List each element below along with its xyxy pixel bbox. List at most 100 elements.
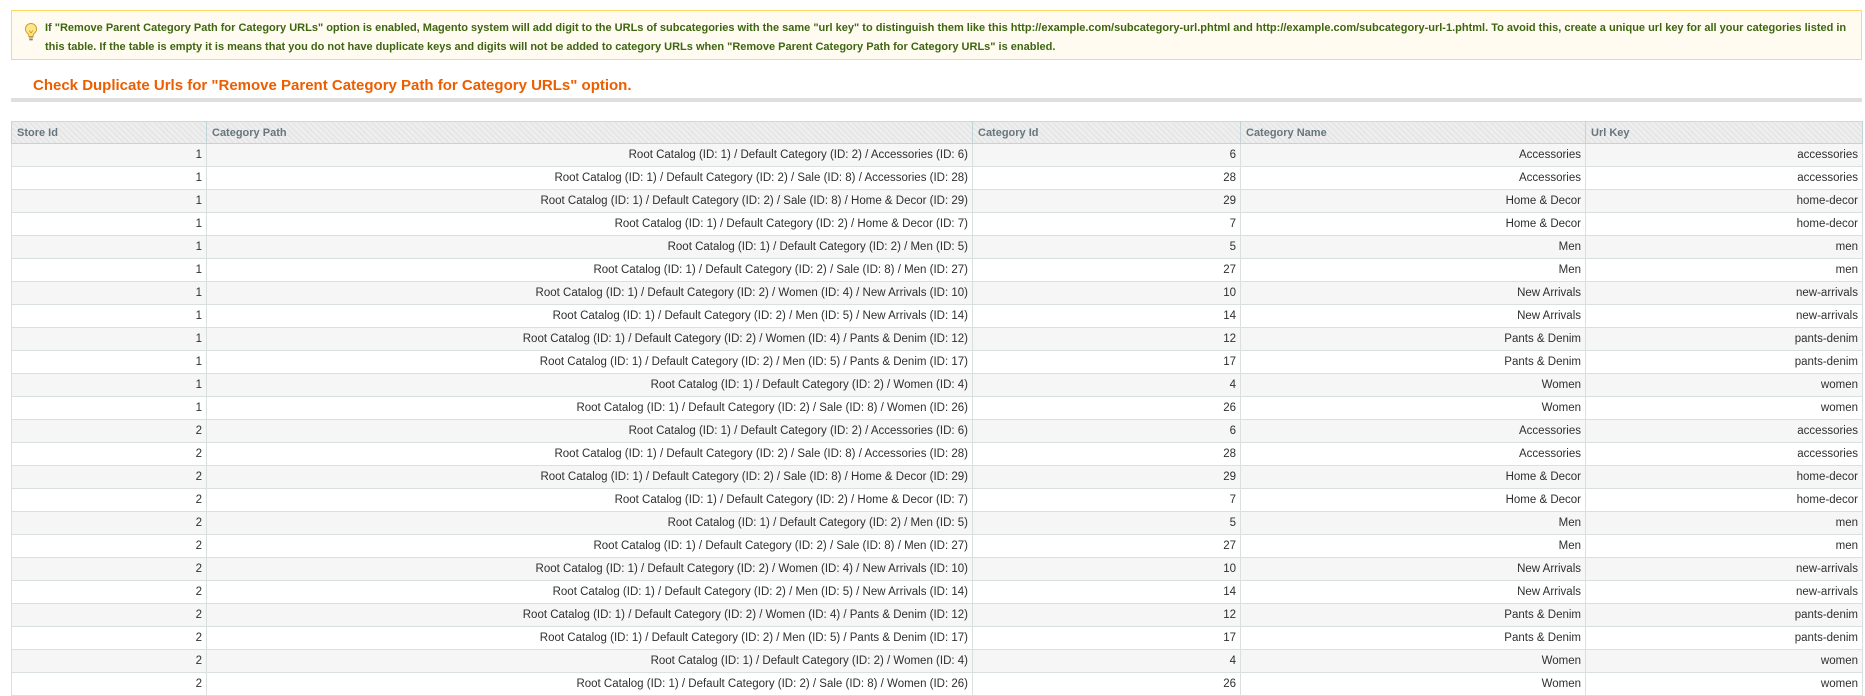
category-id-cell: 29 [972,465,1241,489]
category-name-cell: Home & Decor [1240,488,1586,512]
category-id-cell: 10 [972,557,1241,581]
table-row[interactable]: 2 Root Catalog (ID: 1) / Default Category… [11,672,1863,696]
table-row[interactable]: 2 Root Catalog (ID: 1) / Default Category… [11,557,1863,581]
table-row[interactable]: 2 Root Catalog (ID: 1) / Default Category… [11,603,1863,627]
category-name-cell: Accessories [1240,442,1586,466]
column-header-url-key[interactable]: Url Key [1585,121,1863,144]
category-id-cell: 12 [972,327,1241,351]
url-key-cell: women [1585,649,1863,673]
category-name-cell: Pants & Denim [1240,327,1586,351]
table-row[interactable]: 2 Root Catalog (ID: 1) / Default Category… [11,649,1863,673]
category-path-cell: Root Catalog (ID: 1) / Default Category … [206,304,973,328]
url-key-cell: men [1585,511,1863,535]
store-id-cell: 2 [11,465,207,489]
url-key-cell: home-decor [1585,212,1863,236]
category-path-cell: Root Catalog (ID: 1) / Default Category … [206,511,973,535]
category-path-cell: Root Catalog (ID: 1) / Default Category … [206,143,973,167]
table-row[interactable]: 1 Root Catalog (ID: 1) / Default Category… [11,373,1863,397]
store-id-cell: 1 [11,327,207,351]
url-key-cell: new-arrivals [1585,281,1863,305]
url-key-cell: home-decor [1585,465,1863,489]
category-id-cell: 28 [972,442,1241,466]
table-row[interactable]: 1 Root Catalog (ID: 1) / Default Category… [11,258,1863,282]
table-row[interactable]: 2 Root Catalog (ID: 1) / Default Category… [11,419,1863,443]
table-row[interactable]: 2 Root Catalog (ID: 1) / Default Category… [11,626,1863,650]
url-key-cell: women [1585,396,1863,420]
category-path-cell: Root Catalog (ID: 1) / Default Category … [206,350,973,374]
url-key-cell: home-decor [1585,488,1863,512]
category-id-cell: 14 [972,304,1241,328]
category-id-cell: 26 [972,672,1241,696]
table-row[interactable]: 1 Root Catalog (ID: 1) / Default Category… [11,189,1863,213]
url-key-cell: pants-denim [1585,603,1863,627]
url-key-cell: accessories [1585,166,1863,190]
grid-header-row: Store Id Category Path Category Id Categ… [11,121,1863,144]
category-path-cell: Root Catalog (ID: 1) / Default Category … [206,442,973,466]
category-id-cell: 10 [972,281,1241,305]
store-id-cell: 1 [11,189,207,213]
category-path-cell: Root Catalog (ID: 1) / Default Category … [206,649,973,673]
category-path-cell: Root Catalog (ID: 1) / Default Category … [206,580,973,604]
category-name-cell: New Arrivals [1240,557,1586,581]
category-name-cell: Accessories [1240,166,1586,190]
category-id-cell: 4 [972,649,1241,673]
category-path-cell: Root Catalog (ID: 1) / Default Category … [206,189,973,213]
category-name-cell: Men [1240,258,1586,282]
store-id-cell: 2 [11,649,207,673]
column-header-store-id[interactable]: Store Id [11,121,207,144]
table-row[interactable]: 1 Root Catalog (ID: 1) / Default Category… [11,143,1863,167]
column-header-category-name[interactable]: Category Name [1240,121,1586,144]
category-name-cell: New Arrivals [1240,281,1586,305]
category-id-cell: 12 [972,603,1241,627]
table-row[interactable]: 1 Root Catalog (ID: 1) / Default Category… [11,304,1863,328]
category-name-cell: Pants & Denim [1240,350,1586,374]
table-row[interactable]: 1 Root Catalog (ID: 1) / Default Category… [11,350,1863,374]
store-id-cell: 1 [11,350,207,374]
category-name-cell: Women [1240,396,1586,420]
category-id-cell: 29 [972,189,1241,213]
grid-body: 1 Root Catalog (ID: 1) / Default Category… [11,143,1863,696]
table-row[interactable]: 2 Root Catalog (ID: 1) / Default Category… [11,580,1863,604]
column-header-category-path[interactable]: Category Path [206,121,973,144]
column-header-category-id[interactable]: Category Id [972,121,1241,144]
store-id-cell: 1 [11,281,207,305]
category-path-cell: Root Catalog (ID: 1) / Default Category … [206,419,973,443]
store-id-cell: 1 [11,304,207,328]
url-key-cell: men [1585,258,1863,282]
store-id-cell: 2 [11,626,207,650]
table-row[interactable]: 1 Root Catalog (ID: 1) / Default Category… [11,235,1863,259]
store-id-cell: 1 [11,373,207,397]
store-id-cell: 2 [11,672,207,696]
url-key-cell: accessories [1585,143,1863,167]
store-id-cell: 1 [11,258,207,282]
category-id-cell: 27 [972,258,1241,282]
table-row[interactable]: 1 Root Catalog (ID: 1) / Default Category… [11,396,1863,420]
url-key-cell: home-decor [1585,189,1863,213]
table-row[interactable]: 2 Root Catalog (ID: 1) / Default Category… [11,465,1863,489]
url-key-cell: accessories [1585,419,1863,443]
url-key-cell: accessories [1585,442,1863,466]
table-row[interactable]: 1 Root Catalog (ID: 1) / Default Category… [11,212,1863,236]
url-key-cell: new-arrivals [1585,557,1863,581]
store-id-cell: 1 [11,235,207,259]
store-id-cell: 2 [11,488,207,512]
table-row[interactable]: 1 Root Catalog (ID: 1) / Default Category… [11,281,1863,305]
category-name-cell: New Arrivals [1240,580,1586,604]
category-path-cell: Root Catalog (ID: 1) / Default Category … [206,488,973,512]
table-row[interactable]: 2 Root Catalog (ID: 1) / Default Category… [11,534,1863,558]
table-row[interactable]: 2 Root Catalog (ID: 1) / Default Category… [11,442,1863,466]
url-key-cell: pants-denim [1585,350,1863,374]
category-path-cell: Root Catalog (ID: 1) / Default Category … [206,557,973,581]
url-key-cell: new-arrivals [1585,580,1863,604]
table-row[interactable]: 2 Root Catalog (ID: 1) / Default Category… [11,511,1863,535]
table-row[interactable]: 2 Root Catalog (ID: 1) / Default Category… [11,488,1863,512]
category-name-cell: Pants & Denim [1240,626,1586,650]
category-id-cell: 7 [972,212,1241,236]
category-id-cell: 27 [972,534,1241,558]
store-id-cell: 2 [11,511,207,535]
table-row[interactable]: 1 Root Catalog (ID: 1) / Default Category… [11,327,1863,351]
store-id-cell: 2 [11,442,207,466]
store-id-cell: 2 [11,419,207,443]
table-row[interactable]: 1 Root Catalog (ID: 1) / Default Category… [11,166,1863,190]
url-key-cell: men [1585,534,1863,558]
